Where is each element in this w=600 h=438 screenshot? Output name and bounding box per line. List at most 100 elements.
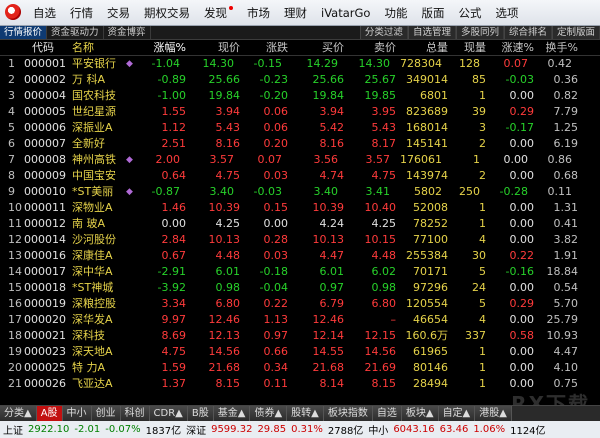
- btab-a-share[interactable]: A股: [36, 406, 63, 421]
- table-row[interactable]: 1 000001 平安银行 ◆ -1.04 14.30 -0.15 14.29 14.30 728…: [0, 56, 600, 72]
- tab-filter[interactable]: 分类过滤: [359, 26, 408, 39]
- price: 5.43: [215, 121, 241, 134]
- row-index: 9: [8, 185, 15, 198]
- tab-quotes[interactable]: 行情报价: [0, 26, 48, 39]
- table-row[interactable]: 15 000018 *ST神城 -3.92 0.98 -0.04 0.97 0.98 97296…: [0, 280, 600, 296]
- table-row[interactable]: 17 000020 深华发A 9.97 12.46 1.13 12.46 – 46654 4 0.0…: [0, 312, 600, 328]
- price: 8.16: [215, 137, 241, 150]
- turnover: 18.84: [546, 265, 579, 278]
- table-row[interactable]: 18 000021 深科技 8.69 12.13 0.97 12.14 12.15 160.6万…: [0, 328, 600, 344]
- table-row[interactable]: 6 000007 全新好 2.51 8.16 0.20 8.16 8.17 145141 2 0.0…: [0, 136, 600, 152]
- tab-custom-layout[interactable]: 定制版面: [551, 26, 600, 39]
- table-row[interactable]: 9 000010 *ST美丽 ◆ -0.87 3.40 -0.03 3.40 3.41 5802 2…: [0, 184, 600, 200]
- bid: 4.47: [319, 249, 345, 262]
- bid: 14.55: [312, 345, 345, 358]
- btab-fund[interactable]: 基金▲: [213, 406, 251, 421]
- tab-multi-stock[interactable]: 多股同列: [455, 26, 504, 39]
- col-name[interactable]: 名称: [68, 40, 132, 55]
- table-row[interactable]: 19 000023 深天地A 4.75 14.56 0.66 14.55 14.56 61965…: [0, 344, 600, 360]
- price: 14.30: [202, 57, 235, 70]
- menu-jiaoyi[interactable]: 交易: [100, 0, 137, 26]
- ask: 19.85: [364, 89, 397, 102]
- menu-ivatargo[interactable]: iVatarGo: [314, 0, 377, 26]
- menu-option-trade[interactable]: 期权交易: [137, 0, 197, 26]
- col-change-pct[interactable]: 涨幅%: [132, 40, 186, 55]
- col-price[interactable]: 现价: [186, 40, 240, 55]
- col-volume[interactable]: 总量: [396, 40, 448, 55]
- btab-sector[interactable]: 板块▲: [401, 406, 439, 421]
- menu-finance[interactable]: 理财: [277, 0, 314, 26]
- col-speed[interactable]: 涨速%: [486, 40, 534, 55]
- table-row[interactable]: 5 000006 深振业A 1.12 5.43 0.06 5.42 5.43 168014 3 -0…: [0, 120, 600, 136]
- change: 0.28: [263, 233, 289, 246]
- change-pct: 1.37: [161, 377, 187, 390]
- btab-hk[interactable]: 港股▲: [475, 406, 512, 421]
- menu-market[interactable]: 市场: [240, 0, 277, 26]
- stock-code: 000026: [24, 377, 66, 390]
- table-row[interactable]: 7 000008 神州高铁 ◆ 2.00 3.57 0.07 3.56 3.57 176061 1 0…: [0, 152, 600, 168]
- table-row[interactable]: 4 000005 世纪星源 1.55 3.94 0.06 3.94 3.95 823689 39 0…: [0, 104, 600, 120]
- speed: 0.22: [509, 249, 535, 262]
- change-pct: 2.84: [161, 233, 187, 246]
- col-turnover[interactable]: 换手%: [534, 40, 580, 55]
- table-row[interactable]: 8 000009 中国宝安 0.64 4.75 0.03 4.74 4.75 143974 2 0.…: [0, 168, 600, 184]
- stock-name: 深物业A: [72, 201, 113, 214]
- table-row[interactable]: 13 000016 深康佳A 0.67 4.48 0.03 4.47 4.48 255384 30…: [0, 248, 600, 264]
- btab-sme[interactable]: 中小: [62, 406, 92, 421]
- table-row[interactable]: 14 000017 深中华A -2.91 6.01 -0.18 6.01 6.02 70171 5…: [0, 264, 600, 280]
- price: 19.84: [208, 89, 241, 102]
- btab-custom[interactable]: 自定▲: [438, 406, 476, 421]
- change: 1.13: [263, 313, 289, 326]
- col-code[interactable]: 代码: [24, 40, 68, 55]
- tab-fund-game[interactable]: 资金博弈: [104, 26, 151, 39]
- btab-chinext[interactable]: 创业: [91, 406, 121, 421]
- ask: 25.67: [364, 73, 397, 86]
- menu-options[interactable]: 选项: [488, 0, 525, 26]
- menu-hangqing[interactable]: 行情: [63, 0, 100, 26]
- table-row[interactable]: 16 000019 深粮控股 3.34 6.80 0.22 6.79 6.80 120554 5 0…: [0, 296, 600, 312]
- btab-watchlist[interactable]: 自选: [372, 406, 402, 421]
- menu-discover[interactable]: 发现: [197, 0, 240, 26]
- table-row[interactable]: 12 000014 沙河股份 2.84 10.13 0.28 10.13 10.15 77100…: [0, 232, 600, 248]
- menu-formula[interactable]: 公式: [451, 0, 488, 26]
- bid: 3.56: [313, 153, 339, 166]
- tab-watchlist-manage[interactable]: 自选管理: [407, 26, 456, 39]
- col-current-vol[interactable]: 现量: [448, 40, 486, 55]
- stock-code: 000014: [24, 233, 66, 246]
- ask: 8.15: [371, 377, 397, 390]
- btab-b-share[interactable]: B股: [187, 406, 214, 421]
- btab-category[interactable]: 分类▲: [0, 406, 37, 421]
- turnover: 25.79: [546, 313, 579, 326]
- col-ask[interactable]: 卖价: [344, 40, 396, 55]
- tab-spacer: [151, 26, 360, 39]
- stock-code: 000005: [24, 105, 66, 118]
- table-row[interactable]: 10 000011 深物业A 1.46 10.39 0.15 10.39 10.40 52008…: [0, 200, 600, 216]
- turnover: 0.54: [553, 281, 579, 294]
- price: 3.57: [209, 153, 235, 166]
- btab-cdr[interactable]: CDR▲: [149, 406, 188, 421]
- tab-ranking[interactable]: 综合排名: [503, 26, 552, 39]
- speed: -0.03: [505, 73, 534, 86]
- menu-zixuan[interactable]: 自选: [26, 0, 63, 26]
- table-row[interactable]: 3 000004 国农科技 -1.00 19.84 -0.20 19.84 19.85 6801…: [0, 88, 600, 104]
- tab-fund-drive[interactable]: 资金驱动力: [47, 26, 104, 39]
- table-row[interactable]: 11 000012 南 玻A 0.00 4.25 0.00 4.24 4.25 78252 1 0.…: [0, 216, 600, 232]
- stock-code: 000011: [24, 201, 66, 214]
- btab-star[interactable]: 科创: [120, 406, 150, 421]
- table-row[interactable]: 20 000025 特 力A 1.59 21.68 0.34 21.68 21.69 80146…: [0, 360, 600, 376]
- menu-function[interactable]: 功能: [377, 0, 414, 26]
- change: -0.04: [259, 281, 288, 294]
- btab-sector-index[interactable]: 板块指数: [323, 406, 373, 421]
- btab-neeq[interactable]: 股转▲: [287, 406, 324, 421]
- menu-layout[interactable]: 版面: [414, 0, 451, 26]
- table-row[interactable]: 2 000002 万 科A -0.89 25.66 -0.23 25.66 25.67 3490…: [0, 72, 600, 88]
- table-row[interactable]: 21 000026 飞亚达A 1.37 8.15 0.11 8.14 8.15 28494 1 0.…: [0, 376, 600, 392]
- change: 0.03: [263, 249, 289, 262]
- col-change[interactable]: 涨跌: [240, 40, 288, 55]
- stock-name: *ST神城: [72, 281, 114, 294]
- col-bid[interactable]: 买价: [288, 40, 344, 55]
- current-volume: 250: [459, 185, 480, 198]
- change: -0.15: [253, 57, 282, 70]
- price: 14.56: [208, 345, 241, 358]
- btab-bond[interactable]: 债券▲: [250, 406, 288, 421]
